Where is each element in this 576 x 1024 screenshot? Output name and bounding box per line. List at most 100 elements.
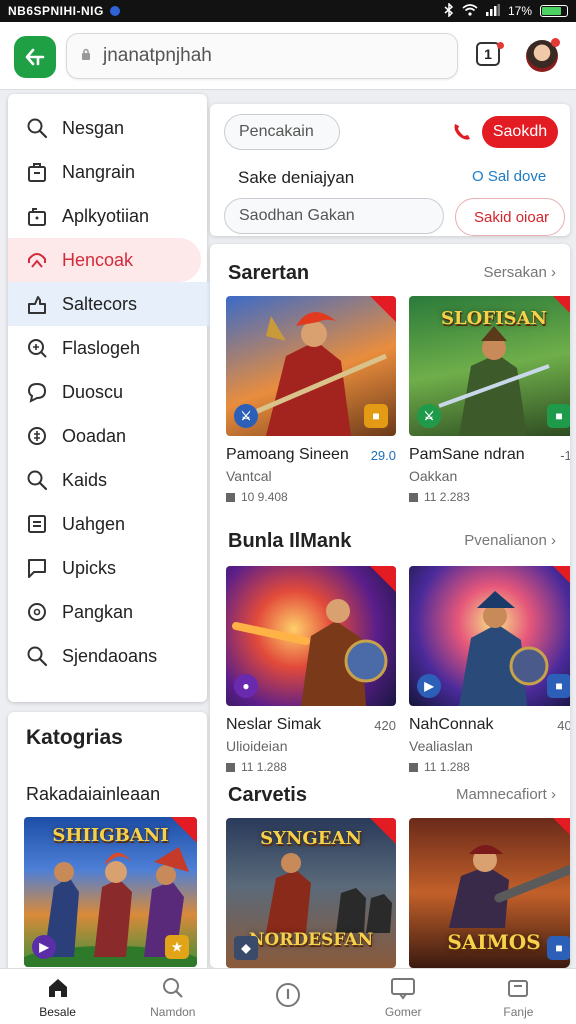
section-more-link[interactable]: Mamnecafiort › xyxy=(456,786,556,803)
drawer-item-aplkyotiian[interactable]: Aplkyotiian xyxy=(8,194,207,238)
list-icon xyxy=(26,513,48,535)
game-art-subtitle: SAIMOS xyxy=(447,930,541,954)
section-title: Bunla IlMank xyxy=(228,530,352,552)
game-price: 29.0 xyxy=(370,448,396,463)
game-studio: Ulioideian xyxy=(226,738,288,754)
game-price: 420 xyxy=(374,718,396,733)
game-size: 11 1.288 xyxy=(424,760,470,774)
drawer-item-label: Uahgen xyxy=(62,513,126,534)
phone-icon[interactable] xyxy=(450,120,474,144)
panel-text: Sake deniajyan xyxy=(238,168,355,187)
chevron-right-icon: › xyxy=(551,786,556,803)
drawer-item-nesgan[interactable]: Nesgan xyxy=(8,106,207,150)
rating-badge-icon: ★ xyxy=(165,935,189,959)
drawer-item-uahgen[interactable]: Uahgen xyxy=(8,502,207,546)
nav-tab-search[interactable]: Namdon xyxy=(115,969,230,1024)
game-card[interactable]: SLOFISAN ⚔ ■ PamSane ndran -10 Oakkan 11 … xyxy=(409,296,570,504)
secondary-button[interactable]: Sakid oioar xyxy=(455,198,565,236)
headset-icon xyxy=(26,249,48,271)
nav-tab-profile[interactable]: Fanje xyxy=(461,969,576,1024)
chat-icon xyxy=(26,381,48,403)
game-badge-icon: ▶ xyxy=(32,935,56,959)
drawer-item-kaids[interactable]: Kaids xyxy=(8,458,207,502)
game-title: Pamoang Sineen xyxy=(226,446,349,463)
zoom-icon xyxy=(26,337,48,359)
search-input[interactable]: Pencakain xyxy=(224,114,340,150)
game-size: 10 9.408 xyxy=(241,490,288,504)
corner-ribbon xyxy=(553,566,570,592)
drawer-item-saltecors[interactable]: Saltecors xyxy=(8,282,215,326)
categories-card: Katogrias Rakadaiainleaan SHIIGBANI ▶ ★ xyxy=(8,712,207,972)
download-icon xyxy=(226,492,235,502)
wifi-icon xyxy=(462,3,478,19)
game-artwork: SYNGEAN NORDESFAN ◆ xyxy=(226,818,396,968)
search-button[interactable]: Saokdh xyxy=(482,116,558,148)
corner-ribbon xyxy=(553,296,570,322)
status-carrier-text: NB6SPNIHI-NIG xyxy=(8,4,104,18)
drawer-item-label: Upicks xyxy=(62,557,117,578)
drawer-item-label: Pangkan xyxy=(62,601,134,622)
section-more-link[interactable]: Pvenalianon › xyxy=(464,532,556,549)
game-card[interactable]: SAIMOS ■ xyxy=(409,818,570,968)
corner-ribbon xyxy=(370,818,396,844)
drawer-item-flaslogeh[interactable]: Flaslogeh xyxy=(8,326,207,370)
address-bar[interactable]: jnanatpnjhah xyxy=(66,33,458,79)
panel-link[interactable]: O Sal dove xyxy=(472,168,546,185)
corner-ribbon xyxy=(370,566,396,592)
category-artwork[interactable]: SHIIGBANI ▶ ★ xyxy=(24,817,197,967)
drawer-item-label: Saltecors xyxy=(62,293,138,314)
search-icon xyxy=(26,117,48,139)
section-more-link[interactable]: Sersakan › xyxy=(483,264,556,281)
rating-badge-icon: ■ xyxy=(364,404,388,428)
rating-badge-icon: ■ xyxy=(547,936,570,960)
categories-title: Katogrias xyxy=(26,726,123,749)
drawer-item-hencoak[interactable]: Hencoak xyxy=(8,238,201,282)
browser-toolbar: jnanatpnjhah 1 xyxy=(0,22,576,90)
corner-ribbon xyxy=(553,818,570,844)
status-bar: NB6SPNIHI-NIG 17% xyxy=(0,0,576,22)
currency-icon xyxy=(26,425,48,447)
game-artwork: SAIMOS ■ xyxy=(409,818,570,968)
chevron-right-icon: › xyxy=(551,532,556,549)
tabs-button[interactable]: 1 xyxy=(476,42,504,70)
notification-dot-icon xyxy=(109,6,120,16)
search-panel: Pencakain Saokdh Sake deniajyan O Sal do… xyxy=(210,104,570,236)
nav-tab-home[interactable]: Besale xyxy=(0,969,115,1024)
game-card[interactable]: ▶ ■ NahConnak 400 Vealiaslan 11 1.288 xyxy=(409,566,570,774)
bag-icon xyxy=(26,161,48,183)
secondary-search-input[interactable]: Saodhan Gakan xyxy=(224,198,444,234)
game-card[interactable]: ⚔ ■ Pamoang Sineen 29.0 Vantcal 10 9.408 xyxy=(226,296,396,504)
game-badge-icon: ◆ xyxy=(234,936,258,960)
nav-tab-info[interactable] xyxy=(230,969,345,1024)
home-icon xyxy=(26,293,48,315)
drawer-item-pangkan[interactable]: Pangkan xyxy=(8,590,207,634)
battery-icon xyxy=(540,5,568,17)
info-icon xyxy=(275,982,301,1008)
drawer-item-label: Kaids xyxy=(62,469,108,490)
lock-bag-icon xyxy=(26,205,48,227)
drawer-item-ooadan[interactable]: Ooadan xyxy=(8,414,207,458)
download-icon xyxy=(409,762,418,772)
game-card[interactable]: SYNGEAN NORDESFAN ◆ xyxy=(226,818,396,968)
game-badge-icon: ▶ xyxy=(417,674,441,698)
nav-tab-label: Fanje xyxy=(503,1004,534,1019)
profile-avatar[interactable] xyxy=(526,38,560,72)
battery-percent: 17% xyxy=(507,4,532,18)
game-card[interactable]: ● Neslar Simak 420 Ulioideian 11 1.288 xyxy=(226,566,396,774)
signal-icon xyxy=(485,3,500,19)
game-studio: Vantcal xyxy=(226,468,272,484)
message-icon xyxy=(26,557,48,579)
nav-tab-games[interactable]: Gomer xyxy=(346,969,461,1024)
game-studio: Vealiaslan xyxy=(409,738,473,754)
bubble-icon xyxy=(26,601,48,623)
home-icon xyxy=(45,975,71,1001)
drawer-item-duoscu[interactable]: Duoscu xyxy=(8,370,207,414)
drawer-item-nangrain[interactable]: Nangrain xyxy=(8,150,207,194)
game-price: 400 xyxy=(557,718,570,733)
search-icon xyxy=(160,975,186,1001)
drawer-item-sjendaoans[interactable]: Sjendaoans xyxy=(8,634,207,678)
back-button[interactable] xyxy=(14,36,56,78)
categories-subtitle[interactable]: Rakadaiainleaan xyxy=(26,784,160,805)
drawer-item-upicks[interactable]: Upicks xyxy=(8,546,207,590)
drawer-item-label: Nangrain xyxy=(62,161,136,182)
